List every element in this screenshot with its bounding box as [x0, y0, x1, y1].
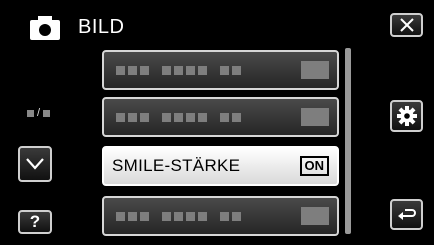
scrollbar[interactable]	[345, 48, 351, 234]
page-title: BILD	[78, 15, 125, 38]
return-icon	[397, 208, 416, 220]
placeholder-text	[116, 113, 254, 122]
page-indicator: /	[27, 108, 51, 119]
value-placeholder	[301, 207, 329, 225]
menu-item[interactable]	[102, 196, 339, 236]
close-button[interactable]	[390, 13, 423, 37]
gear-icon	[396, 106, 417, 126]
value-placeholder	[301, 108, 329, 126]
scroll-down-button[interactable]	[18, 146, 52, 182]
menu-item[interactable]	[102, 97, 339, 137]
menu-item[interactable]	[102, 50, 339, 90]
settings-button[interactable]	[390, 100, 423, 132]
back-button[interactable]	[390, 199, 423, 230]
menu-item-label: SMILE-STÄRKE	[112, 156, 241, 175]
close-icon	[399, 18, 414, 32]
question-icon: ?	[29, 212, 41, 231]
header: BILD	[30, 12, 124, 42]
placeholder-text	[116, 66, 254, 75]
camera-icon	[30, 16, 60, 40]
placeholder-text	[116, 212, 254, 221]
chevron-down-icon	[26, 158, 44, 170]
menu-item-value: ON	[299, 156, 329, 176]
help-button[interactable]: ?	[18, 210, 52, 234]
value-placeholder	[301, 61, 329, 79]
menu-item-smile-staerke[interactable]: SMILE-STÄRKE ON	[102, 146, 339, 186]
